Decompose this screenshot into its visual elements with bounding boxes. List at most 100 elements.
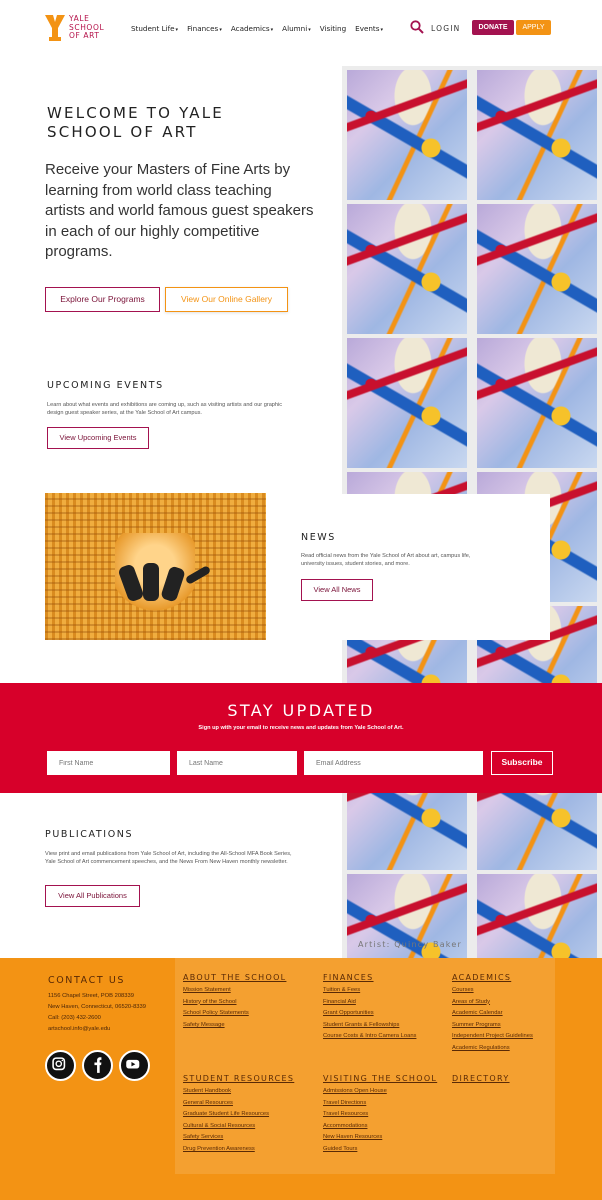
nav-visiting[interactable]: Visiting: [320, 24, 346, 33]
footer-student-resources-links: Student Handbook General Resources Gradu…: [183, 1086, 269, 1156]
chevron-down-icon: ▾: [308, 27, 311, 33]
events-heading: UPCOMING EVENTS: [47, 380, 164, 391]
email-field[interactable]: [304, 751, 483, 775]
footer-academics-heading[interactable]: ACADEMICS: [452, 973, 511, 982]
login-link[interactable]: LOGIN: [431, 24, 460, 33]
footer-link[interactable]: General Resources: [183, 1098, 269, 1110]
main-nav: Student Life▾ Finances▾ Academics▾ Alumn…: [131, 24, 392, 33]
site-header: YALE SCHOOL OF ART Student Life▾ Finance…: [0, 0, 602, 58]
hero-description: Receive your Masters of Fine Arts by lea…: [45, 161, 314, 260]
contact-address-line2: New Haven, Connecticut, 06520-8339: [48, 1004, 146, 1010]
nav-finances[interactable]: Finances▾: [187, 24, 222, 33]
footer-link[interactable]: Drug Prevention Awareness: [183, 1144, 269, 1156]
nav-events[interactable]: Events▾: [355, 24, 383, 33]
footer-links-panel: ABOUT THE SCHOOL Mission Statement Histo…: [175, 958, 555, 1174]
contact-phone[interactable]: Call: (203) 432-2600: [48, 1015, 101, 1021]
nav-academics[interactable]: Academics▾: [231, 24, 273, 33]
chevron-down-icon: ▾: [270, 27, 274, 33]
newsletter-heading: STAY UPDATED: [227, 701, 375, 720]
yale-y-logo-icon: [45, 15, 65, 41]
publications-heading: PUBLICATIONS: [45, 829, 134, 840]
newsletter-banner: STAY UPDATED Sign up with your email to …: [0, 683, 602, 793]
nav-student-life[interactable]: Student Life▾: [131, 24, 178, 33]
footer-about-heading[interactable]: ABOUT THE SCHOOL: [183, 973, 286, 982]
footer-link[interactable]: Travel Resources: [323, 1109, 387, 1121]
footer-link[interactable]: Accommodations: [323, 1121, 387, 1133]
view-all-publications-button[interactable]: View All Publications: [45, 885, 140, 907]
instagram-glyph-icon: [52, 1057, 66, 1071]
footer-link[interactable]: Academic Regulations: [452, 1043, 533, 1055]
contact-address-line1: 1156 Chapel Street, POB 208339: [48, 993, 134, 999]
facebook-glyph-icon: [94, 1057, 102, 1073]
youtube-icon[interactable]: [119, 1050, 150, 1081]
photo-figure: [143, 563, 159, 601]
nav-alumni[interactable]: Alumni▾: [282, 24, 311, 33]
artwork-tile: [477, 874, 597, 959]
footer-link[interactable]: New Haven Resources: [323, 1132, 387, 1144]
artwork-tile: [477, 338, 597, 468]
artwork-tile: [347, 70, 467, 200]
artwork-tile: [347, 338, 467, 468]
chevron-down-icon: ▾: [175, 27, 179, 33]
apply-button[interactable]: APPLY: [516, 20, 551, 35]
footer-link[interactable]: Course Costs & Intro Camera Loans: [323, 1031, 416, 1043]
footer-visiting-heading[interactable]: VISITING THE SCHOOL: [323, 1074, 437, 1083]
footer-link[interactable]: History of the School: [183, 997, 249, 1009]
youtube-glyph-icon: [126, 1059, 140, 1069]
footer-link[interactable]: Tuition & Fees: [323, 985, 416, 997]
footer-visiting-links: Admissions Open House Travel Directions …: [323, 1086, 387, 1156]
footer-link[interactable]: Guided Tours: [323, 1144, 387, 1156]
view-upcoming-events-button[interactable]: View Upcoming Events: [47, 427, 149, 449]
footer-link[interactable]: Student Handbook: [183, 1086, 269, 1098]
footer-link[interactable]: Independent Project Guidelines: [452, 1031, 533, 1043]
news-heading: NEWS: [301, 532, 336, 543]
footer-finances-heading[interactable]: FINANCES: [323, 973, 374, 982]
footer-link[interactable]: Student Grants & Fellowships: [323, 1020, 416, 1032]
view-all-news-button[interactable]: View All News: [301, 579, 373, 601]
footer-link[interactable]: Courses: [452, 985, 533, 997]
logo-text: YALE SCHOOL OF ART: [69, 14, 105, 40]
facebook-icon[interactable]: [82, 1050, 113, 1081]
footer-academics-links: Courses Areas of Study Academic Calendar…: [452, 985, 533, 1055]
last-name-field[interactable]: [177, 751, 297, 775]
footer-link[interactable]: Travel Directions: [323, 1098, 387, 1110]
artwork-tile: [477, 70, 597, 200]
news-card: NEWS Read official news from the Yale Sc…: [282, 494, 550, 640]
view-online-gallery-button[interactable]: View Our Online Gallery: [165, 287, 288, 312]
footer-finances-links: Tuition & Fees Financial Aid Grant Oppor…: [323, 985, 416, 1043]
donate-button[interactable]: DONATE: [472, 20, 514, 35]
newsletter-subtitle: Sign up with your email to receive news …: [198, 725, 404, 731]
footer-link[interactable]: Summer Programs: [452, 1020, 533, 1032]
footer-link[interactable]: School Policy Statements: [183, 1008, 249, 1020]
search-icon[interactable]: [410, 20, 424, 34]
artwork-tile: [477, 204, 597, 334]
footer-link[interactable]: Cultural & Social Resources: [183, 1121, 269, 1133]
first-name-field[interactable]: [47, 751, 170, 775]
publications-description: View print and email publications from Y…: [45, 851, 292, 865]
footer-directory-heading[interactable]: DIRECTORY: [452, 1074, 510, 1083]
footer-link[interactable]: Grant Opportunities: [323, 1008, 416, 1020]
subscribe-button[interactable]: Subscribe: [491, 751, 553, 775]
artwork-caption: Artist: Quincy Baker: [358, 940, 462, 949]
contact-email[interactable]: artschool.info@yale.edu: [48, 1026, 110, 1032]
chevron-down-icon: ▾: [380, 27, 384, 33]
footer-link[interactable]: Safety Services: [183, 1132, 269, 1144]
footer-link[interactable]: Areas of Study: [452, 997, 533, 1009]
footer-link[interactable]: Financial Aid: [323, 997, 416, 1009]
chevron-down-icon: ▾: [219, 27, 222, 33]
yale-school-of-art-logo[interactable]: YALE SCHOOL OF ART: [44, 14, 114, 42]
footer-link[interactable]: Graduate Student Life Resources: [183, 1109, 269, 1121]
contact-heading: CONTACT US: [48, 975, 126, 986]
footer-link[interactable]: Safety Message: [183, 1020, 249, 1032]
explore-programs-button[interactable]: Explore Our Programs: [45, 287, 160, 312]
footer-link[interactable]: Admissions Open House: [323, 1086, 387, 1098]
page-title: WELCOME TO YALE SCHOOL OF ART: [47, 104, 224, 141]
artwork-tile: [347, 204, 467, 334]
events-description: Learn about what events and exhibitions …: [47, 402, 283, 416]
news-photo: [45, 493, 266, 640]
footer-about-links: Mission Statement History of the School …: [183, 985, 249, 1031]
footer-student-resources-heading[interactable]: STUDENT RESOURCES: [183, 1074, 294, 1083]
footer-link[interactable]: Academic Calendar: [452, 1008, 533, 1020]
footer-link[interactable]: Mission Statement: [183, 985, 249, 997]
instagram-icon[interactable]: [45, 1050, 76, 1081]
